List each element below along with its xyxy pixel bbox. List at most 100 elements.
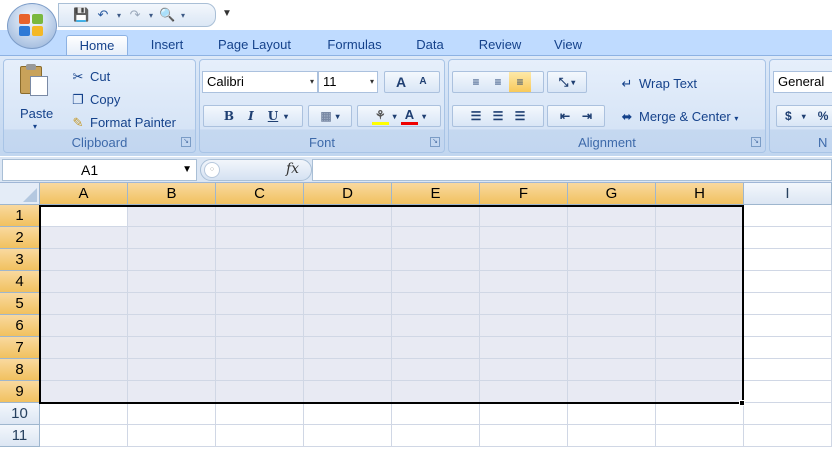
cell-g10[interactable] (568, 403, 656, 425)
cell-i10[interactable] (744, 403, 832, 425)
tab-page-layout[interactable]: Page Layout (207, 35, 302, 56)
align-top-icon[interactable]: ≡ (465, 72, 487, 92)
cell-g1[interactable] (568, 205, 656, 227)
underline-button[interactable]: U (262, 106, 284, 126)
cell-a4[interactable] (40, 271, 128, 293)
name-box[interactable]: A1 ▼ (2, 159, 197, 181)
cell-h8[interactable] (656, 359, 744, 381)
cell-g2[interactable] (568, 227, 656, 249)
cell-b7[interactable] (128, 337, 216, 359)
tab-data[interactable]: Data (407, 35, 453, 56)
cell-e4[interactable] (392, 271, 480, 293)
cell-e7[interactable] (392, 337, 480, 359)
row-header-2[interactable]: 2 (0, 227, 40, 249)
chevron-down-icon[interactable]: ▼ (182, 160, 192, 180)
decrease-indent-icon[interactable]: ⇤ (554, 106, 576, 126)
cell-d2[interactable] (304, 227, 392, 249)
cut-button[interactable]: ✂ Cut (70, 69, 111, 85)
align-bottom-icon[interactable]: ≡ (509, 72, 531, 92)
column-header-e[interactable]: E (392, 183, 480, 205)
cell-f1[interactable] (480, 205, 568, 227)
row-header-3[interactable]: 3 (0, 249, 40, 271)
cell-d8[interactable] (304, 359, 392, 381)
cell-b5[interactable] (128, 293, 216, 315)
copy-button[interactable]: ❐ Copy (70, 92, 120, 108)
cell-h5[interactable] (656, 293, 744, 315)
cell-a10[interactable] (40, 403, 128, 425)
paste-icon[interactable] (16, 64, 50, 98)
cell-b6[interactable] (128, 315, 216, 337)
cell-d7[interactable] (304, 337, 392, 359)
cell-f7[interactable] (480, 337, 568, 359)
currency-dropdown-icon[interactable]: ▾ (802, 112, 806, 121)
cell-c11[interactable] (216, 425, 304, 447)
cell-d1[interactable] (304, 205, 392, 227)
column-header-g[interactable]: G (568, 183, 656, 205)
row-header-10[interactable]: 10 (0, 403, 40, 425)
cell-a2[interactable] (40, 227, 128, 249)
italic-button[interactable]: I (240, 106, 262, 126)
align-left-icon[interactable]: ☰ (465, 106, 487, 126)
cell-c10[interactable] (216, 403, 304, 425)
cell-f9[interactable] (480, 381, 568, 403)
cell-f5[interactable] (480, 293, 568, 315)
cell-b3[interactable] (128, 249, 216, 271)
cell-b2[interactable] (128, 227, 216, 249)
cell-a5[interactable] (40, 293, 128, 315)
grow-font-button[interactable]: A (390, 72, 412, 92)
increase-indent-icon[interactable]: ⇥ (576, 106, 598, 126)
cell-c9[interactable] (216, 381, 304, 403)
cell-e11[interactable] (392, 425, 480, 447)
cell-h9[interactable] (656, 381, 744, 403)
format-painter-button[interactable]: ✎ Format Painter (70, 115, 176, 131)
shrink-font-button[interactable]: A (412, 72, 434, 92)
cell-e9[interactable] (392, 381, 480, 403)
font-launcher-icon[interactable]: ↘ (430, 137, 440, 147)
tab-insert[interactable]: Insert (142, 35, 192, 56)
cell-c4[interactable] (216, 271, 304, 293)
cell-a11[interactable] (40, 425, 128, 447)
cell-i5[interactable] (744, 293, 832, 315)
print-preview-icon[interactable]: 🔍 (159, 7, 175, 23)
cell-e1[interactable] (392, 205, 480, 227)
align-middle-icon[interactable]: ≡ (487, 72, 509, 92)
font-size-combo[interactable]: 11 ▾ (318, 71, 378, 93)
cell-h3[interactable] (656, 249, 744, 271)
cell-a1[interactable] (40, 205, 128, 227)
orientation-dropdown-icon[interactable]: ▾ (571, 78, 575, 87)
borders-dropdown-icon[interactable]: ▾ (336, 112, 340, 121)
cell-f4[interactable] (480, 271, 568, 293)
cell-g5[interactable] (568, 293, 656, 315)
align-center-icon[interactable]: ☰ (487, 106, 509, 126)
borders-button[interactable]: ▦ ▾ (308, 105, 352, 127)
cell-i9[interactable] (744, 381, 832, 403)
alignment-launcher-icon[interactable]: ↘ (751, 137, 761, 147)
save-icon[interactable]: 💾 (73, 7, 89, 23)
column-header-i[interactable]: I (744, 183, 832, 205)
font-color-dropdown-icon[interactable]: ▾ (422, 112, 426, 121)
cell-b11[interactable] (128, 425, 216, 447)
cell-c3[interactable] (216, 249, 304, 271)
orientation-button[interactable]: ⤡ ▾ (547, 71, 587, 93)
cell-h11[interactable] (656, 425, 744, 447)
cell-g11[interactable] (568, 425, 656, 447)
cell-c2[interactable] (216, 227, 304, 249)
cell-b10[interactable] (128, 403, 216, 425)
fill-color-icon[interactable]: ⚘ (371, 108, 389, 125)
column-header-a[interactable]: A (40, 183, 128, 205)
cell-i11[interactable] (744, 425, 832, 447)
undo-icon[interactable]: ↶ (95, 7, 111, 23)
row-header-7[interactable]: 7 (0, 337, 40, 359)
number-format-combo[interactable]: General (773, 71, 832, 93)
cell-e6[interactable] (392, 315, 480, 337)
cell-i2[interactable] (744, 227, 832, 249)
cell-b4[interactable] (128, 271, 216, 293)
select-all-button[interactable] (0, 183, 40, 205)
cell-f3[interactable] (480, 249, 568, 271)
fill-handle[interactable] (739, 400, 745, 406)
cell-i8[interactable] (744, 359, 832, 381)
row-header-11[interactable]: 11 (0, 425, 40, 447)
column-header-c[interactable]: C (216, 183, 304, 205)
merge-dropdown-icon[interactable]: ▾ (734, 114, 738, 123)
cell-g6[interactable] (568, 315, 656, 337)
